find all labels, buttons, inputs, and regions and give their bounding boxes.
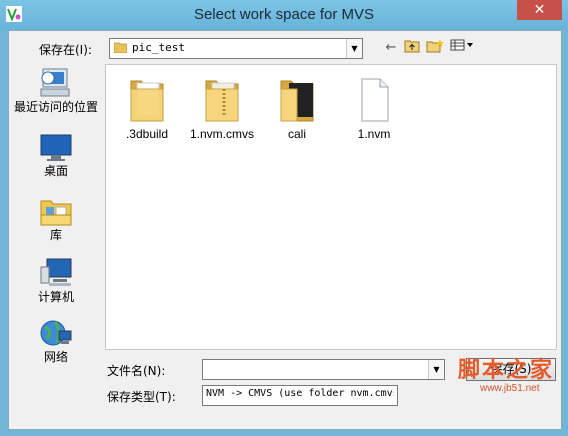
folder-icon	[205, 80, 239, 122]
place-recent[interactable]: 最近访问的位置	[13, 67, 99, 114]
save-in-dropdown[interactable]: pic_test ▼	[109, 38, 363, 59]
place-label: 库	[49, 228, 62, 242]
place-libraries[interactable]: 库	[13, 197, 99, 242]
desktop-icon	[40, 134, 72, 161]
watermark: 脚本之家 www.jb51.net	[458, 352, 562, 398]
save-in-label: 保存在(I):	[39, 43, 92, 57]
place-label: 最近访问的位置	[13, 100, 98, 114]
save-in-value: pic_test	[132, 41, 185, 54]
watermark-url: www.jb51.net	[480, 383, 540, 394]
back-icon[interactable]: ←	[381, 39, 401, 57]
place-label: 桌面	[43, 164, 68, 178]
file-name-label: 文件名(N):	[107, 364, 166, 378]
file-name-input[interactable]: ▼	[202, 359, 445, 380]
file-name: 1.nvm.cmvs	[189, 127, 254, 141]
libraries-icon	[40, 200, 72, 226]
file-name: 1.nvm	[357, 127, 391, 141]
folder-icon	[114, 42, 127, 53]
computer-icon	[40, 258, 72, 286]
network-icon	[40, 320, 72, 346]
view-menu-icon[interactable]	[449, 39, 475, 57]
file-name: .3dbuild	[125, 127, 169, 141]
watermark-text: 脚本之家	[458, 358, 555, 383]
file-list[interactable]: .3dbuild 1.nvm.cmvs cali 1.nvm	[105, 64, 557, 350]
file-type-label: 保存类型(T):	[107, 390, 176, 404]
new-folder-icon[interactable]	[425, 39, 445, 57]
window-title: Select work space for MVS	[193, 6, 375, 23]
folder-icon	[280, 80, 314, 122]
place-desktop[interactable]: 桌面	[13, 133, 99, 178]
chevron-down-icon[interactable]: ▼	[428, 360, 444, 379]
title-bar[interactable]: Select work space for MVS ✕	[0, 0, 568, 30]
dialog-window: Select work space for MVS ✕ 保存在(I): pic_…	[0, 0, 568, 436]
chevron-down-icon[interactable]: ▼	[346, 39, 362, 58]
file-item-folder[interactable]: cali	[259, 73, 335, 141]
close-button[interactable]: ✕	[517, 0, 562, 20]
up-folder-icon[interactable]	[402, 39, 422, 57]
file-name: cali	[287, 127, 306, 141]
places-bar: 最近访问的位置 桌面 库 计算机 网络	[13, 63, 99, 373]
place-label: 网络	[43, 350, 68, 364]
recent-places-icon	[40, 68, 70, 97]
folder-icon	[130, 80, 164, 122]
file-item-folder[interactable]: .3dbuild	[109, 73, 185, 141]
file-item[interactable]: 1.nvm	[336, 73, 412, 141]
file-icon	[361, 78, 389, 122]
place-network[interactable]: 网络	[13, 317, 99, 364]
file-type-dropdown[interactable]: NVM -> CMVS (use folder nvm.cmvs)	[202, 385, 398, 406]
file-type-value: NVM -> CMVS (use folder nvm.cmvs)	[206, 388, 394, 399]
place-label: 计算机	[37, 290, 74, 304]
place-computer[interactable]: 计算机	[13, 257, 99, 304]
file-item-folder[interactable]: 1.nvm.cmvs	[184, 73, 260, 141]
